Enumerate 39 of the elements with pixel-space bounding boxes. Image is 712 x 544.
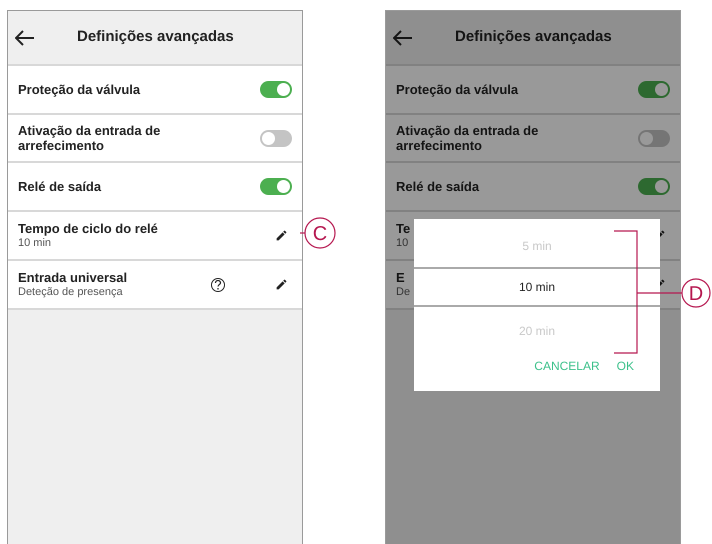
settings-row[interactable]: Relé de saída [386, 163, 680, 212]
toggle-switch[interactable] [260, 130, 292, 146]
pencil-icon[interactable] [275, 229, 288, 242]
settings-row[interactable]: Proteção da válvula [8, 66, 302, 115]
setting-value: Deteção de presença [18, 285, 123, 299]
setting-value: De [396, 285, 410, 299]
setting-label: Entrada universal [18, 270, 128, 285]
help-icon[interactable] [211, 278, 225, 292]
settings-row[interactable]: Entrada universal Deteção de presença [8, 261, 302, 310]
callout-letter: C [312, 223, 328, 245]
screen-title: Definições avançadas [77, 27, 234, 48]
pencil-icon[interactable] [275, 278, 288, 291]
callout-letter: D [688, 283, 704, 305]
settings-row[interactable]: Proteção da válvula [386, 66, 680, 115]
toggle-switch[interactable] [638, 81, 670, 98]
setting-label: Proteção da válvula [18, 82, 140, 97]
setting-label: Ativação da entrada de arrefecimento [18, 123, 162, 153]
toggle-switch[interactable] [260, 178, 292, 195]
settings-row[interactable]: Ativação da entrada de arrefecimento [8, 115, 302, 163]
setting-label: Te [396, 221, 410, 236]
screen-title: Definições avançadas [455, 27, 612, 48]
back-arrow-icon[interactable] [393, 30, 413, 46]
settings-row[interactable]: Tempo de ciclo do relé 10 min [8, 212, 302, 261]
setting-label: Proteção da válvula [396, 82, 518, 97]
picker-option[interactable]: 10 min [414, 267, 660, 307]
setting-value: 10 min [18, 236, 52, 250]
setting-value: 10 [396, 236, 408, 250]
toggle-switch[interactable] [638, 178, 670, 195]
setting-label: Relé de saída [18, 179, 102, 194]
toggle-switch[interactable] [638, 130, 670, 146]
setting-label: Relé de saída [396, 179, 480, 194]
setting-label: Tempo de ciclo do relé [18, 221, 158, 236]
back-arrow-icon[interactable] [15, 30, 35, 46]
toggle-switch[interactable] [260, 81, 292, 98]
callout-marker [300, 217, 336, 249]
setting-label: E [396, 270, 405, 285]
setting-label: Ativação da entrada de arrefecimento [396, 123, 540, 153]
settings-row[interactable]: Ativação da entrada de arrefecimento [386, 115, 680, 163]
settings-row[interactable]: Relé de saída [8, 163, 302, 212]
